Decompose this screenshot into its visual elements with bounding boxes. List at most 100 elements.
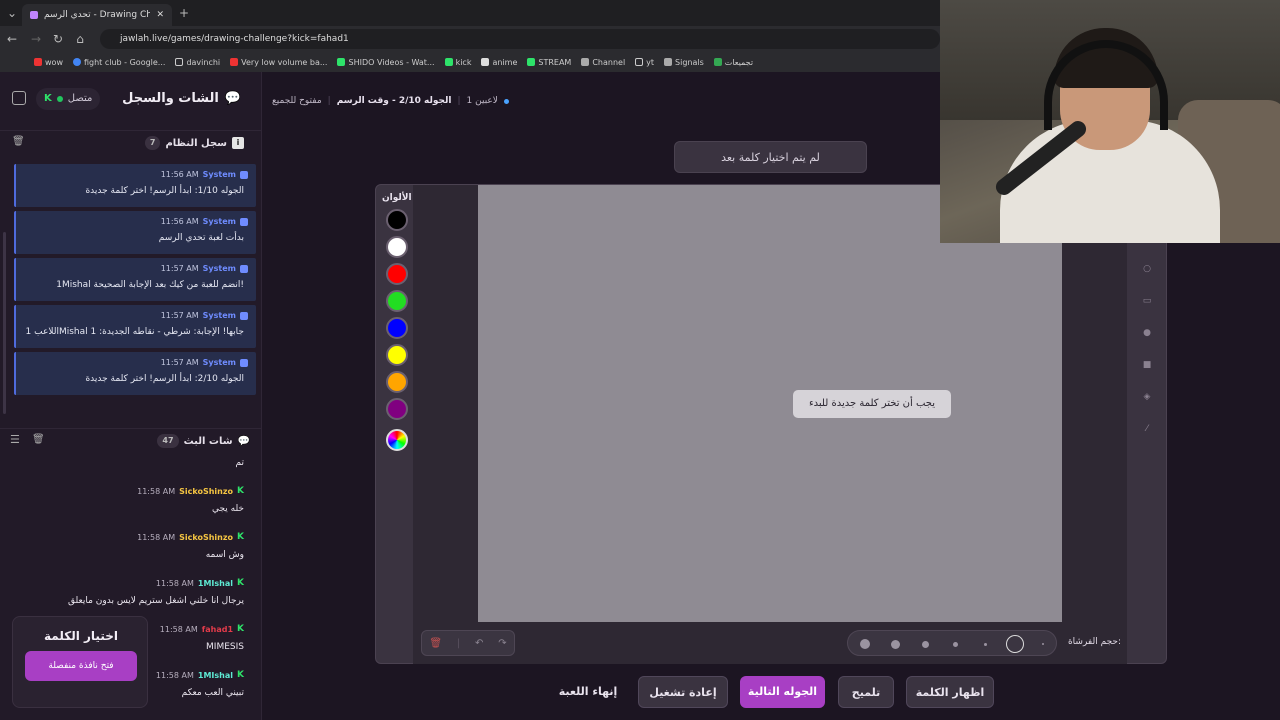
drawing-canvas[interactable]: يجب أن تختر كلمة جديدة للبدء [478, 185, 1062, 622]
forward-icon[interactable]: → [28, 31, 44, 47]
canvas-hint: يجب أن تختر كلمة جديدة للبدء [793, 390, 951, 418]
new-tab-icon[interactable]: + [176, 5, 192, 21]
kick-icon: K [237, 624, 244, 634]
system-log-list: 11:56 AM System الجوله 1/10: ابدأ الرسم! … [14, 156, 256, 412]
hint-button[interactable]: تلميح [838, 676, 894, 708]
system-log-title: سجل النظام [165, 137, 227, 149]
chat-message: 11:58 AM 1MIshal K تبيني العب معكم [155, 670, 244, 698]
favicon-icon [30, 11, 38, 19]
back-icon[interactable]: ← [4, 31, 20, 47]
circle-tool-icon[interactable]: ○ [1141, 263, 1153, 275]
bookmark-item[interactable]: STREAM [527, 58, 571, 67]
canvas-toolbar: 🗑 | ↶ ↷ حجم الفرشاة: [413, 622, 1127, 664]
filled-circle-tool-icon[interactable]: ● [1141, 327, 1153, 339]
stream-chat-title: شات البث [183, 435, 233, 447]
verified-icon [240, 264, 248, 273]
verified-icon [240, 217, 248, 226]
info-icon: i [232, 137, 244, 149]
bookmark-item[interactable]: wow [34, 58, 63, 67]
status-dot-icon [503, 98, 509, 104]
redo-icon[interactable]: ↷ [498, 638, 506, 649]
game-mode: مفتوح للجميع [272, 96, 322, 106]
system-log-scrollbar[interactable] [3, 232, 6, 414]
brush-size-option[interactable] [940, 631, 970, 657]
bookmark-item[interactable]: Signals [664, 58, 704, 67]
align-icon[interactable]: ☰ [10, 433, 20, 446]
brush-size-option[interactable] [1028, 631, 1058, 657]
undo-icon[interactable]: ↶ [475, 638, 483, 649]
online-dot-icon [56, 96, 63, 102]
bookmark-item[interactable]: kick [444, 58, 471, 67]
sidebar-title: الشات والسجل 💬 [122, 91, 241, 106]
reload-icon[interactable]: ↻ [50, 31, 66, 47]
bookmark-item[interactable]: yt [635, 58, 654, 67]
tab-title: تحدي الرسم - Drawing Challenge [44, 10, 151, 20]
color-swatch-green[interactable] [386, 290, 408, 312]
browser-tab[interactable]: تحدي الرسم - Drawing Challenge ✕ [22, 4, 172, 26]
brush-size-option[interactable] [910, 631, 940, 657]
system-log-item: 11:57 AM System 1Mishal انضم للعبة من كيك… [14, 258, 256, 301]
url-field[interactable]: jawlah.live/games/drawing-challenge?kick… [100, 29, 940, 49]
next-round-button[interactable]: الجوله التالية [740, 676, 825, 708]
system-log-item: 11:57 AM System الجوله 2/10: ابدأ الرسم! … [14, 352, 256, 395]
home-icon[interactable]: ⌂ [72, 31, 88, 47]
chat-message: 11:58 AM SickoShinzo K خله يجي [137, 486, 244, 514]
chat-message: 11:58 AM SickoShinzo K وش اسمه [137, 532, 244, 560]
color-swatch-yellow[interactable] [386, 344, 408, 366]
verified-icon [240, 170, 248, 179]
line-tool-icon[interactable]: ⁄ [1141, 423, 1153, 435]
filled-rect-tool-icon[interactable]: ■ [1141, 359, 1153, 371]
sidebar-title-text: الشات والسجل [122, 91, 219, 106]
connection-label: متصل [67, 93, 93, 104]
clear-canvas-icon[interactable]: 🗑 [429, 638, 442, 649]
word-selection-card: اختيار الكلمة فتح نافذة منفصلة [12, 616, 148, 708]
connection-status: K متصل [36, 88, 101, 110]
round-status: الجوله 2/10 - وقت الرسم [336, 96, 452, 106]
chat-bubble-icon: 💬 [237, 435, 250, 447]
game-status-bar: مفتوح للجميع | الجوله 2/10 - وقت الرسم |… [272, 96, 509, 106]
drawing-board: الألوان يجب أن تختر كلمة جديدة للبدء ○ ▭… [375, 184, 1167, 664]
verified-icon [240, 358, 248, 367]
end-game-button[interactable]: إنهاء اللعبة [552, 676, 624, 708]
brush-size-option[interactable] [850, 631, 880, 657]
word-status: لم يتم اختيار كلمة بعد [674, 141, 867, 173]
webcam-overlay [940, 0, 1280, 243]
trash-icon[interactable]: 🗑 [12, 136, 25, 147]
color-swatch-black[interactable] [386, 209, 408, 231]
bookmark-item[interactable]: تجميعات [713, 58, 753, 67]
bookmark-item[interactable]: SHIDO Videos - Wat... [337, 58, 435, 67]
bookmark-item[interactable]: anime [481, 58, 517, 67]
bookmark-item[interactable]: Very low volume ba... [230, 58, 327, 67]
chat-bubble-icon: 💬 [224, 91, 241, 106]
brush-size-option[interactable] [880, 631, 910, 657]
kick-icon: K [44, 93, 52, 104]
bookmark-item[interactable]: Channel [581, 58, 625, 67]
brush-size-option-selected[interactable] [1000, 631, 1030, 657]
bookmark-item[interactable]: davinchi [175, 58, 220, 67]
color-swatch-white[interactable] [386, 236, 408, 258]
tab-list-icon[interactable]: ⌄ [4, 5, 20, 21]
trash-icon[interactable]: 🗑 [32, 434, 45, 445]
rectangle-tool-icon[interactable]: ▭ [1141, 295, 1153, 307]
kick-icon: K [237, 532, 244, 542]
color-swatch-red[interactable] [386, 263, 408, 285]
close-icon[interactable]: ✕ [156, 10, 164, 20]
history-controls: 🗑 | ↶ ↷ [421, 630, 515, 656]
color-swatch-blue[interactable] [386, 317, 408, 339]
color-swatch-orange[interactable] [386, 371, 408, 393]
brush-size-selector [847, 630, 1057, 656]
custom-color-picker[interactable] [386, 429, 408, 451]
system-log-item: 11:56 AM System بدأت لعبة تحدي الرسم [14, 211, 256, 254]
chat-message: تم [235, 458, 245, 468]
restart-button[interactable]: إعادة تشغيل [638, 676, 728, 708]
chat-message: 11:58 AM 1MIshal K يرجال انا خلني اشغل ستر… [68, 578, 244, 606]
browser-tab-bar: ⌄ تحدي الرسم - Drawing Challenge ✕ + [0, 0, 940, 26]
reveal-word-button[interactable]: اظهار الكلمة [906, 676, 994, 708]
collapse-sidebar-icon[interactable] [12, 91, 26, 105]
stream-chat-count: 47 [157, 434, 179, 448]
fill-bucket-icon[interactable]: ◈ [1141, 391, 1153, 403]
color-swatch-purple[interactable] [386, 398, 408, 420]
open-popup-button[interactable]: فتح نافذة منفصلة [25, 651, 137, 681]
brush-size-option[interactable] [970, 631, 1000, 657]
bookmark-item[interactable]: fight club - Google... [72, 58, 165, 67]
